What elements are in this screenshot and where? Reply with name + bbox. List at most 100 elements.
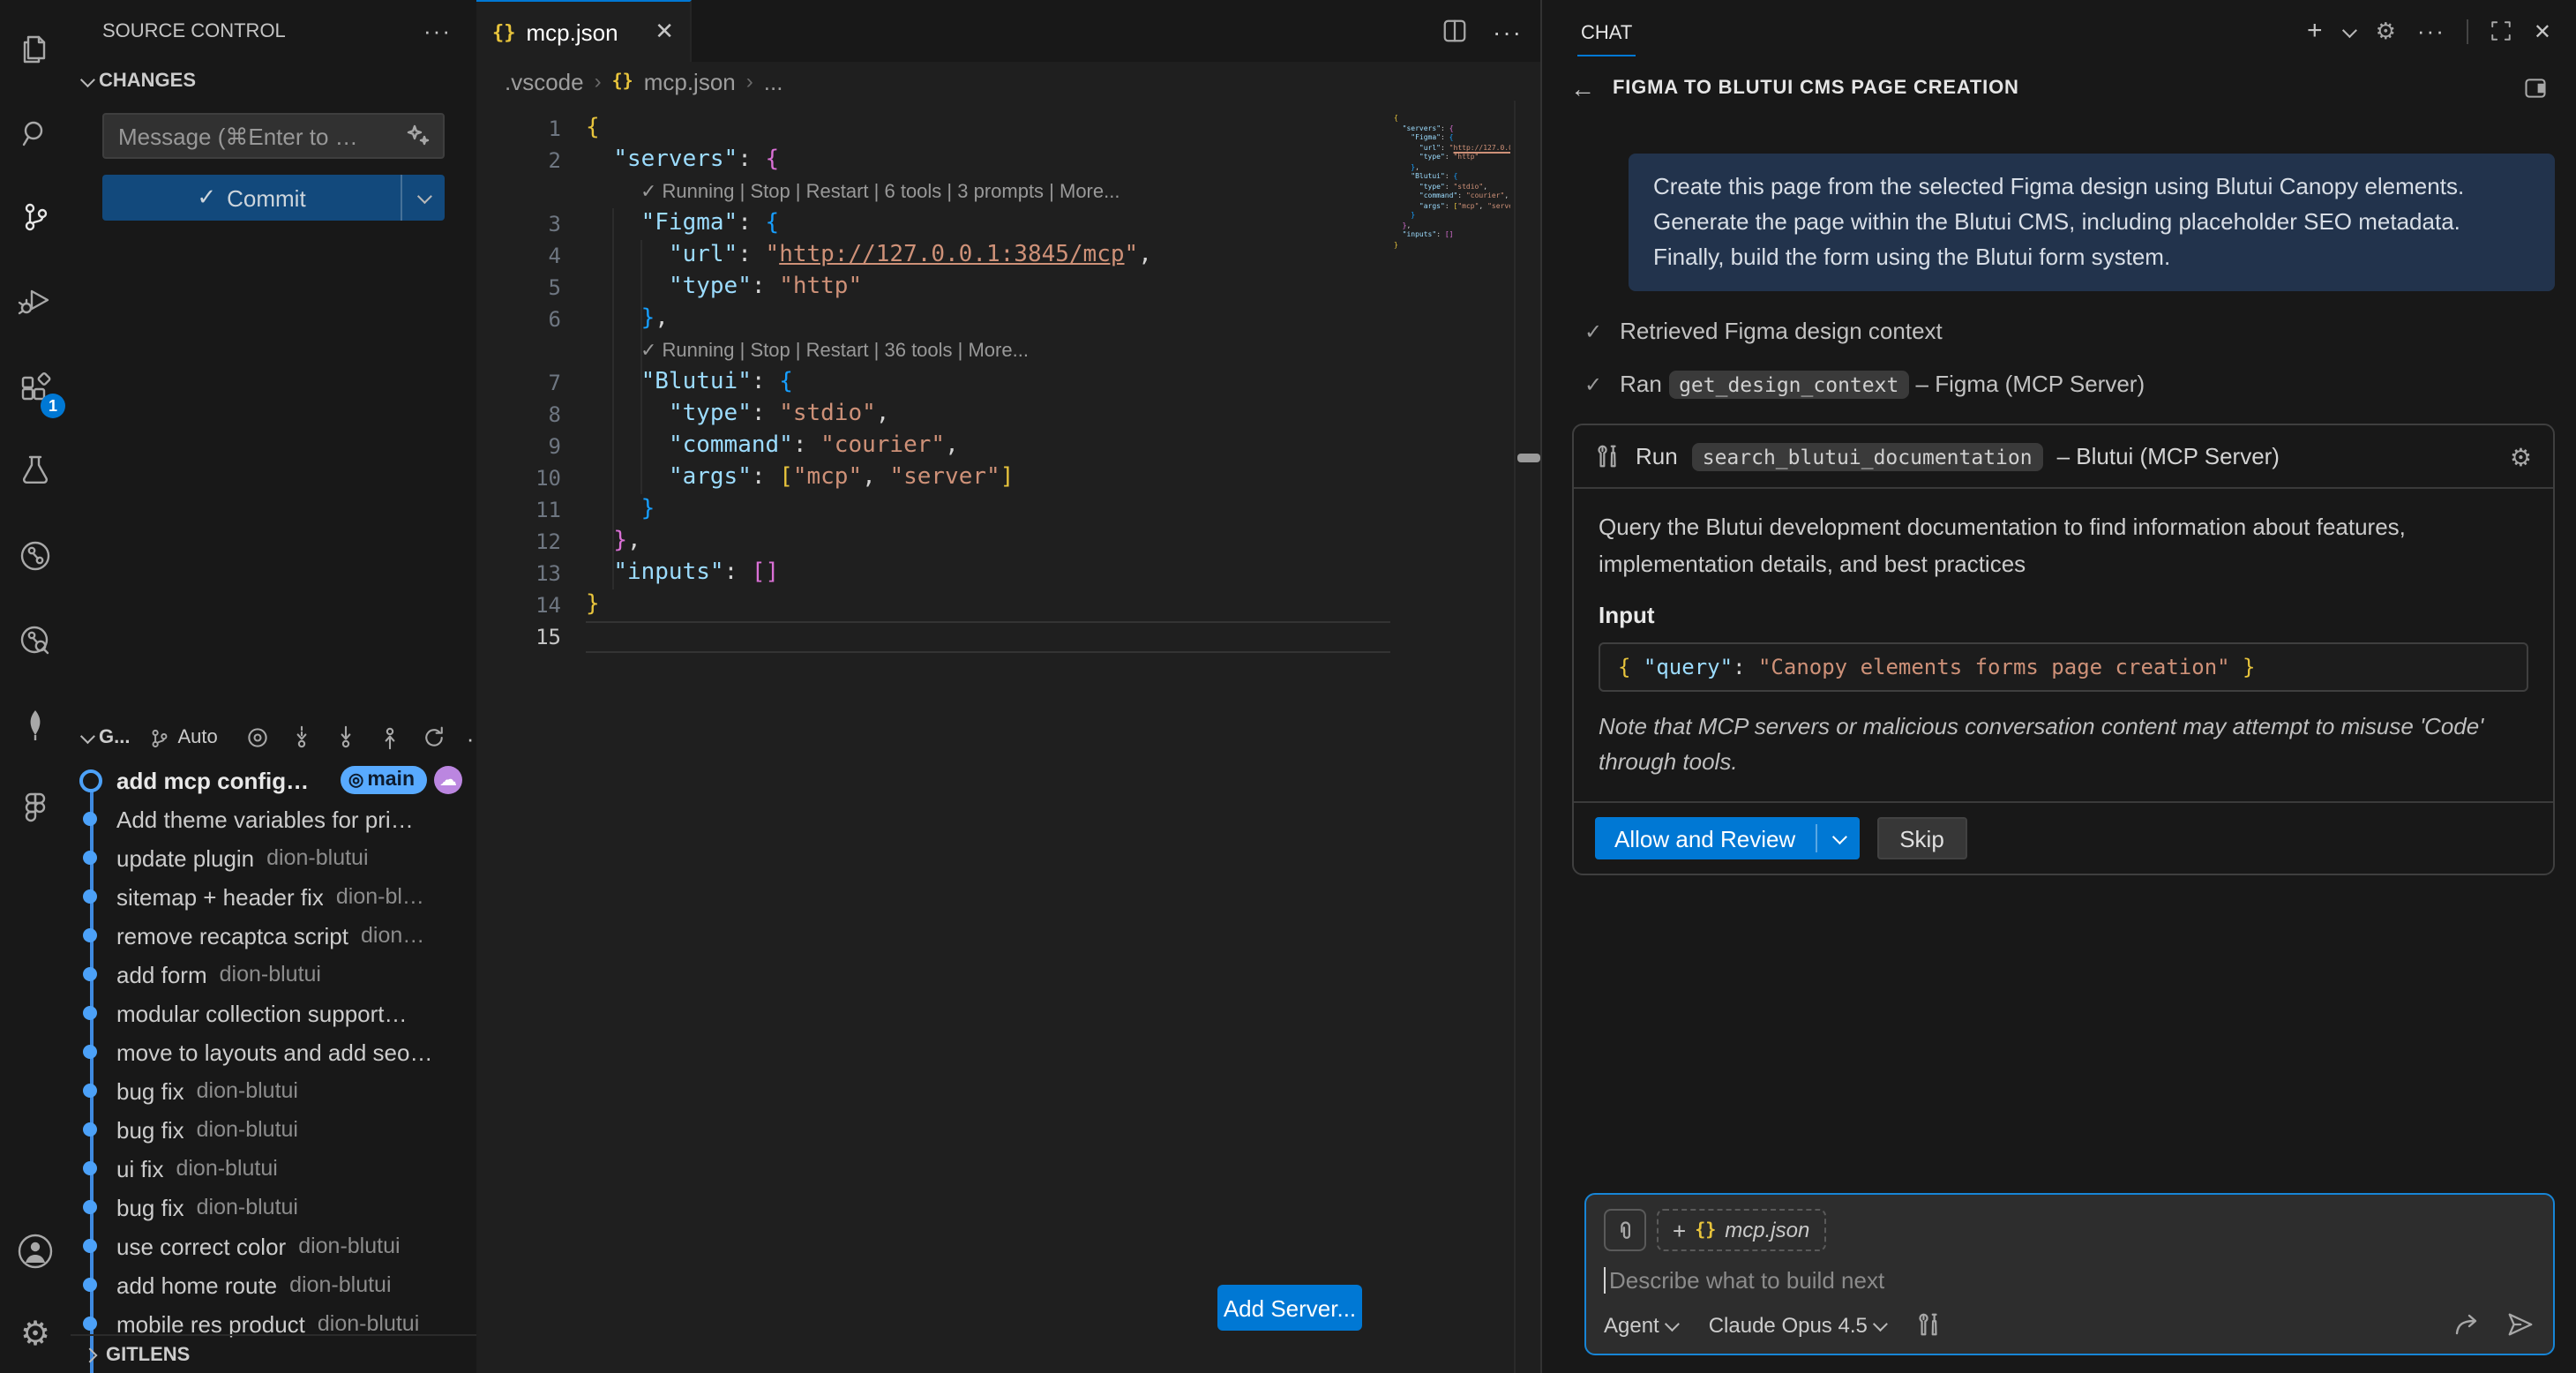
tool-name-chip: search_blutui_documentation bbox=[1692, 442, 2043, 470]
mongodb-icon[interactable] bbox=[11, 701, 60, 750]
code-line: 12 }, bbox=[1394, 220, 1510, 229]
commit-graph-search-icon[interactable] bbox=[11, 616, 60, 665]
changes-section-header[interactable]: CHANGES bbox=[71, 62, 476, 101]
gitlens-section-header[interactable]: GITLENS bbox=[71, 1334, 476, 1373]
refresh-icon[interactable] bbox=[423, 725, 447, 750]
close-panel-icon[interactable]: ✕ bbox=[2534, 19, 2551, 43]
context-chip-mcp-json[interactable]: + {} mcp.json bbox=[1657, 1209, 1825, 1251]
commit-row[interactable]: add home routedion-blutui bbox=[71, 1265, 476, 1304]
paperclip-icon bbox=[1614, 1219, 1636, 1242]
minimap[interactable]: 1{2 "servers": {3 "Figma": {4 "url": "ht… bbox=[1394, 113, 1510, 259]
explorer-icon[interactable] bbox=[11, 25, 60, 74]
mode-picker[interactable]: Agent bbox=[1604, 1312, 1677, 1337]
commit-message-input[interactable] bbox=[102, 113, 445, 159]
breadcrumb[interactable]: .vscode › {} mcp.json › ... bbox=[505, 62, 783, 101]
commit-row[interactable]: update plugindion-blutui bbox=[71, 838, 476, 877]
tools-picker-icon[interactable] bbox=[1917, 1311, 1943, 1338]
chat-session-title: FIGMA TO BLUTUI CMS PAGE CREATION bbox=[1613, 78, 2019, 99]
code-area[interactable]: 1{2 "servers": {✓ Running | Stop | Resta… bbox=[476, 101, 1540, 1373]
tab-chat[interactable]: CHAT bbox=[1577, 6, 1636, 56]
add-server-button[interactable]: Add Server... bbox=[1217, 1285, 1362, 1331]
commit-row[interactable]: use correct colordion-blutui bbox=[71, 1227, 476, 1265]
figma-icon[interactable] bbox=[11, 784, 60, 833]
allow-and-review-button[interactable]: Allow and Review bbox=[1595, 817, 1859, 859]
code-line: 14} bbox=[1394, 239, 1510, 249]
tool-input-json: { "query": "Canopy elements forms page c… bbox=[1599, 642, 2528, 692]
new-chat-icon[interactable]: + bbox=[2307, 16, 2323, 46]
code-line: 2 "servers": { bbox=[476, 145, 1540, 176]
tool-card-body: Query the Blutui development documentati… bbox=[1574, 489, 2553, 801]
branch-badge-main[interactable]: ◎main bbox=[341, 766, 427, 794]
source-control-icon[interactable] bbox=[11, 192, 60, 242]
pull-icon[interactable] bbox=[334, 725, 359, 750]
commit-dropdown[interactable] bbox=[401, 175, 445, 221]
commit-row[interactable]: bug fixdion-blutui bbox=[71, 1188, 476, 1227]
commit-row[interactable]: remove recaptca scriptdion… bbox=[71, 916, 476, 955]
gitlens-label: GITLENS bbox=[106, 1344, 190, 1365]
extensions-badge: 1 bbox=[41, 394, 65, 418]
send-icon[interactable] bbox=[2505, 1309, 2535, 1339]
codelens-row[interactable]: ✓ Running | Stop | Restart | 6 tools | 3… bbox=[476, 176, 1540, 208]
sparkle-icon[interactable] bbox=[406, 124, 431, 148]
commit-repo: dion-bl… bbox=[336, 884, 424, 909]
gitlens-icon[interactable] bbox=[11, 531, 60, 581]
chat-panel: CHAT + ⚙ ··· ✕ ← FIGMA TO BLUTUI CMS PAG… bbox=[1540, 0, 2576, 1373]
tab-bar: {} mcp.json ✕ ··· bbox=[476, 0, 1540, 62]
testing-icon[interactable] bbox=[11, 446, 60, 496]
commit-row[interactable]: bug fix dion-blutui bbox=[71, 1110, 476, 1149]
commit-repo: dion-blutui bbox=[197, 1117, 298, 1142]
cloud-badge-icon[interactable]: ☁ bbox=[434, 766, 462, 794]
search-icon[interactable] bbox=[11, 109, 60, 159]
tool-server-label: – Blutui (MCP Server) bbox=[2057, 443, 2280, 469]
tool-settings-gear-icon[interactable]: ⚙ bbox=[2510, 444, 2532, 469]
chat-text-input[interactable]: Describe what to build next bbox=[1604, 1267, 2535, 1294]
scrollbar-slider[interactable] bbox=[1517, 454, 1540, 462]
code-line: 7 "Blutui": { bbox=[476, 367, 1540, 399]
target-icon[interactable] bbox=[246, 725, 271, 750]
codelens-row[interactable]: ✓ Running | Stop | Restart | 36 tools | … bbox=[476, 335, 1540, 367]
breadcrumb-folder[interactable]: .vscode bbox=[505, 68, 584, 94]
graph-branch-mode[interactable]: Auto bbox=[177, 727, 217, 748]
tab-mcp-json[interactable]: {} mcp.json ✕ bbox=[476, 0, 692, 62]
account-icon[interactable] bbox=[11, 1227, 60, 1276]
skip-button[interactable]: Skip bbox=[1876, 817, 1967, 859]
commit-row[interactable]: add formdion-blutui bbox=[71, 955, 476, 994]
allow-dropdown-icon[interactable] bbox=[1816, 833, 1859, 844]
push-icon[interactable] bbox=[378, 725, 403, 750]
editor-more-actions-icon[interactable]: ··· bbox=[1493, 17, 1523, 45]
chat-more-actions-icon[interactable]: ··· bbox=[2417, 18, 2445, 44]
commit-row[interactable]: bug fixdion-blutui bbox=[71, 1071, 476, 1110]
graph-overflow[interactable]: · bbox=[467, 724, 476, 751]
commit-row[interactable]: modular collection support… bbox=[71, 994, 476, 1032]
attach-button[interactable] bbox=[1604, 1209, 1646, 1251]
commit-message: bug fix bbox=[116, 1194, 184, 1220]
commit-row[interactable]: sitemap + header fixdion-bl… bbox=[71, 877, 476, 916]
redirect-arrow-icon[interactable] bbox=[2452, 1310, 2481, 1339]
json-file-icon: {} bbox=[492, 20, 516, 43]
graph-section-header[interactable]: G... Auto · bbox=[71, 718, 476, 757]
settings-gear-icon[interactable]: ⚙ bbox=[11, 1309, 60, 1359]
run-and-debug-icon[interactable] bbox=[11, 277, 60, 326]
close-tab-icon[interactable]: ✕ bbox=[655, 18, 674, 46]
split-editor-icon[interactable] bbox=[1442, 18, 1468, 44]
commit-row[interactable]: Add theme variables for pri… bbox=[71, 799, 476, 838]
commit-row[interactable]: add mcp config…◎main☁ bbox=[71, 761, 476, 799]
new-chat-dropdown-icon[interactable] bbox=[2342, 22, 2357, 37]
back-arrow-icon[interactable]: ← bbox=[1570, 74, 1595, 102]
more-actions-icon[interactable]: ··· bbox=[423, 18, 452, 44]
commit-row[interactable]: move to layouts and add seo… bbox=[71, 1032, 476, 1071]
breadcrumb-file[interactable]: mcp.json bbox=[644, 68, 736, 94]
open-chat-in-editor-icon[interactable] bbox=[2523, 76, 2548, 101]
fetch-icon[interactable] bbox=[290, 725, 315, 750]
commit-button[interactable]: ✓Commit bbox=[102, 175, 445, 221]
commit-row[interactable]: ui fixdion-blutui bbox=[71, 1149, 476, 1188]
commit-dot-icon bbox=[83, 967, 97, 981]
model-picker[interactable]: Claude Opus 4.5 bbox=[1709, 1312, 1885, 1337]
maximize-panel-icon[interactable] bbox=[2490, 19, 2512, 42]
extensions-icon[interactable]: 1 bbox=[11, 364, 60, 413]
commit-message: bug fix bbox=[116, 1116, 184, 1143]
chat-input-box[interactable]: + {} mcp.json Describe what to build nex… bbox=[1584, 1193, 2555, 1355]
chat-settings-gear-icon[interactable]: ⚙ bbox=[2376, 19, 2396, 42]
code-line: 8 "type": "stdio", bbox=[476, 399, 1540, 431]
breadcrumb-symbol[interactable]: ... bbox=[764, 68, 783, 94]
